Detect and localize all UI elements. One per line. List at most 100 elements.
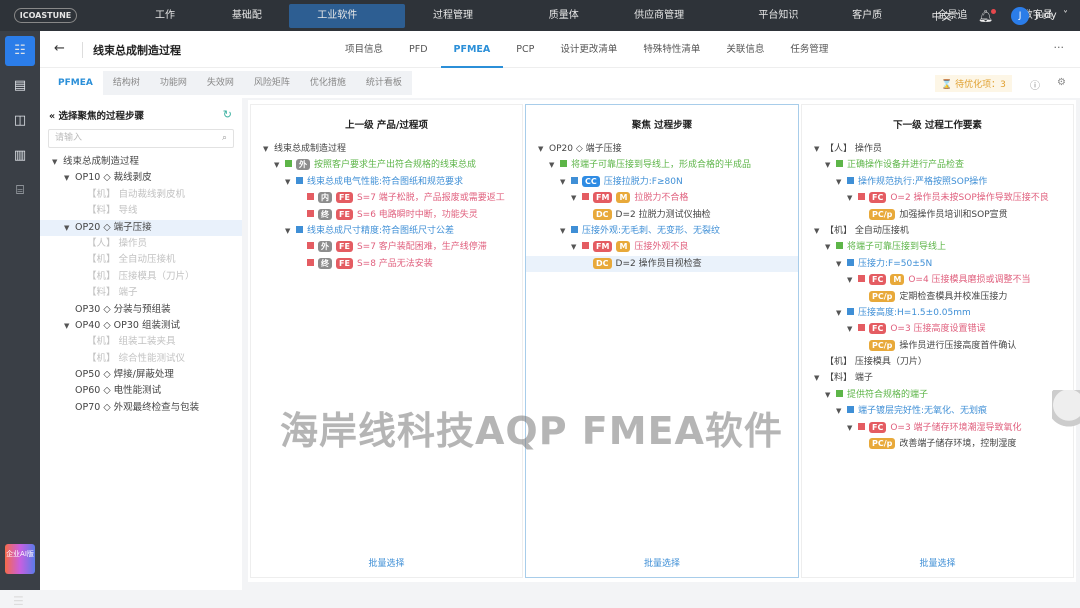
tree-node[interactable]: ▼ 线束总成制造过程	[40, 154, 242, 170]
tree-node[interactable]: 【机】 压接模具（刀片）	[802, 354, 1073, 370]
caret-icon[interactable]: ▼	[836, 403, 847, 419]
tab-7[interactable]: 任务管理	[777, 31, 841, 68]
refresh-icon[interactable]: ↻	[223, 108, 232, 121]
tree-node[interactable]: ▼ FC O=2 操作员未按SOP操作导致压接不良	[802, 190, 1073, 206]
help-icon[interactable]: ⓘ	[1030, 77, 1040, 92]
tab-0[interactable]: 项目信息	[332, 31, 396, 68]
books-icon[interactable]: ▥	[5, 141, 35, 171]
tree-node[interactable]: PC/p 定期检查模具并校准压接力	[802, 289, 1073, 305]
tree-node[interactable]: PC/p 改善端子储存环境，控制湿度	[802, 436, 1073, 452]
tree-node[interactable]: DC D=2 拉脱力测试仪抽检	[526, 207, 798, 223]
tree-node[interactable]: ▼ 压接力:F=50±5N	[802, 256, 1073, 272]
caret-icon[interactable]: ▼	[825, 387, 836, 403]
caret-icon[interactable]: ▼	[285, 174, 296, 190]
back-arrow-icon[interactable]: ←	[54, 41, 65, 56]
tree-node[interactable]: 【人】 操作员	[40, 236, 242, 252]
caret-icon[interactable]: ▼	[847, 190, 858, 206]
tree-node[interactable]: OP30 ◇ 分装与预组装	[40, 302, 242, 318]
caret-icon[interactable]: ▼	[836, 174, 847, 190]
tree-node[interactable]: 【机】 压接模具（刀片）	[40, 269, 242, 285]
caret-icon[interactable]: ▼	[847, 420, 858, 436]
tree-node[interactable]: ▼ OP10 ◇ 裁线剥皮	[40, 170, 242, 186]
tree-node[interactable]: 【机】 综合性能测试仪	[40, 351, 242, 367]
caret-icon[interactable]: ▼	[571, 239, 582, 255]
tree-node[interactable]: PC/p 加强操作员培训和SOP宣贯	[802, 207, 1073, 223]
tree-node[interactable]: OP70 ◇ 外观最终检查与包装	[40, 400, 242, 416]
subtab-3[interactable]: 失效网	[197, 71, 244, 95]
caret-icon[interactable]: ▼	[538, 141, 549, 157]
caret-icon[interactable]: ▼	[814, 223, 825, 239]
search-input[interactable]: 请输入 ⌕	[48, 129, 234, 148]
caret-icon[interactable]: ▼	[560, 223, 571, 239]
nav-item[interactable]: 工业软件 ˅	[289, 3, 405, 45]
tree-node[interactable]: ▼ 外按照客户要求生产出符合规格的线束总成	[251, 157, 522, 173]
tree-node[interactable]: ▼ 操作规范执行:严格按照SOP操作	[802, 174, 1073, 190]
subtab-6[interactable]: 统计看板	[356, 71, 412, 95]
tree-node[interactable]: ▼ 【机】 全自动压接机	[802, 223, 1073, 239]
tree-node[interactable]: ▼ 线束总成制造过程	[251, 141, 522, 157]
tree-node[interactable]: ▼ 提供符合规格的端子	[802, 387, 1073, 403]
subtab-0[interactable]: PFMEA	[48, 71, 103, 95]
nav-item[interactable]: 工作台	[127, 4, 204, 45]
tree-node[interactable]: 内 FE S=7 端子松脱，产品报废或需要返工	[251, 190, 522, 206]
tree-node[interactable]: 【料】 导线	[40, 203, 242, 219]
ai-edition-badge[interactable]: 企业AI版	[5, 544, 35, 574]
caret-icon[interactable]: ▼	[836, 305, 847, 321]
tab-4[interactable]: 设计更改清单	[547, 31, 630, 68]
tree-node[interactable]: ▼ 线束总成电气性能:符合图纸和规范要求	[251, 174, 522, 190]
tree-node[interactable]: ▼ OP20 ◇ 端子压接	[526, 141, 798, 157]
caret-icon[interactable]: ▼	[847, 321, 858, 337]
assistant-robot-icon[interactable]	[1052, 390, 1080, 440]
caret-icon[interactable]: ▼	[64, 170, 75, 186]
caret-icon[interactable]: ▼	[814, 141, 825, 157]
tree-node[interactable]: ▼ 压接高度:H=1.5±0.05mm	[802, 305, 1073, 321]
batch-select-link[interactable]: 批量选择	[526, 556, 798, 569]
caret-icon[interactable]: ▼	[836, 256, 847, 272]
tree-node[interactable]: 外 FE S=7 客户装配困难，生产线停滞	[251, 239, 522, 255]
tree-node[interactable]: ▼ OP20 ◇ 端子压接	[40, 219, 242, 236]
nav-item[interactable]: 平台知识库	[730, 4, 824, 45]
caret-icon[interactable]: ▼	[52, 154, 63, 170]
tree-node[interactable]: 【料】 端子	[40, 285, 242, 301]
language-selector[interactable]: 中文 ˅	[932, 8, 960, 23]
tree-node[interactable]: ▼ OP40 ◇ OP30 组装测试	[40, 318, 242, 334]
tree-node[interactable]: ▼ 将端子可靠压接到导线上，形成合格的半成品	[526, 157, 798, 173]
bell-icon[interactable]: 🔔︎	[978, 8, 997, 23]
logo[interactable]: ICOASTUNE	[14, 8, 78, 23]
subtab-5[interactable]: 优化措施	[300, 71, 356, 95]
subtab-1[interactable]: 结构树	[103, 71, 150, 95]
tab-5[interactable]: 特殊特性清单	[630, 31, 713, 68]
hierarchy-icon[interactable]: ⌸	[5, 176, 35, 206]
caret-icon[interactable]: ▼	[814, 370, 825, 386]
list-icon[interactable]: ☷	[5, 36, 35, 66]
tree-node[interactable]: ▼ FC O=3 压接高度设置错误	[802, 321, 1073, 337]
more-icon[interactable]: ···	[1054, 41, 1065, 54]
tree-node[interactable]: ▼ 端子镀层完好性:无氧化、无划痕	[802, 403, 1073, 419]
search-icon[interactable]: ⌕	[222, 130, 227, 147]
nav-item[interactable]: 基础配置	[204, 4, 289, 45]
tree-node[interactable]: 终 FE S=8 产品无法安装	[251, 256, 522, 272]
caret-icon[interactable]: ▼	[263, 141, 274, 157]
caret-icon[interactable]: ▼	[560, 174, 571, 190]
tree-node[interactable]: ▼ CC 压接拉脱力:F≥80N	[526, 174, 798, 190]
tree-node[interactable]: ▼ FM M 拉脱力不合格	[526, 190, 798, 206]
tree-node[interactable]: DC D=2 操作员目视检查	[526, 255, 798, 273]
tree-node[interactable]: ▼ FC O=3 端子储存环境潮湿导致氧化	[802, 420, 1073, 436]
tab-6[interactable]: 关联信息	[713, 31, 777, 68]
batch-select-link[interactable]: 批量选择	[802, 556, 1073, 569]
tree-node[interactable]: ▼ 将端子可靠压接到导线上	[802, 239, 1073, 255]
caret-icon[interactable]: ▼	[285, 223, 296, 239]
nav-item[interactable]: 过程管理 ˅	[405, 4, 521, 45]
caret-icon[interactable]: ▼	[847, 272, 858, 288]
caret-icon[interactable]: ▼	[64, 220, 75, 236]
tree-node[interactable]: ▼ 压接外观:无毛刺、无变形、无裂纹	[526, 223, 798, 239]
nav-item[interactable]: 供应商管理 ˅	[606, 4, 730, 45]
tree-node[interactable]: ▼ 【料】 端子	[802, 370, 1073, 386]
caret-icon[interactable]: ▼	[825, 239, 836, 255]
caret-icon[interactable]: ▼	[274, 157, 285, 173]
tree-node[interactable]: ▼ 【人】 操作员	[802, 141, 1073, 157]
caret-icon[interactable]: ▼	[825, 157, 836, 173]
tree-node[interactable]: 【机】 自动裁线剥皮机	[40, 187, 242, 203]
calendar-icon[interactable]: ▤	[5, 71, 35, 101]
tab-3[interactable]: PCP	[503, 31, 547, 68]
